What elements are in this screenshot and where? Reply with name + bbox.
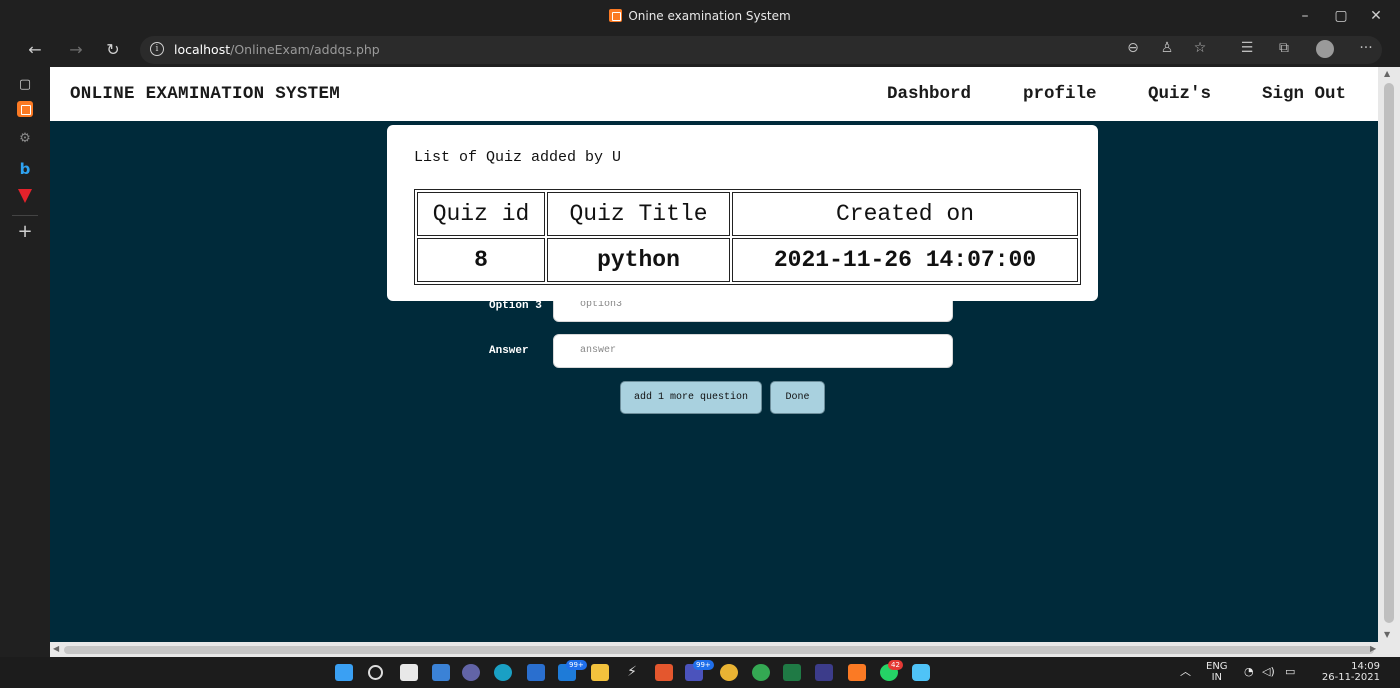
language-code: ENG [1206, 661, 1228, 672]
store-icon[interactable] [527, 664, 545, 681]
horizontal-scroll-thumb[interactable] [64, 646, 1374, 654]
forward-button[interactable]: → [65, 40, 87, 59]
battery-icon[interactable]: ▭ [1285, 666, 1295, 677]
app-icon[interactable] [912, 664, 930, 681]
horizontal-scrollbar[interactable]: ◀ ▶ [50, 642, 1400, 657]
xampp-taskbar-icon[interactable] [848, 664, 866, 681]
column-header-quiz-id: Quiz id [417, 192, 545, 236]
answer-label: Answer [489, 345, 529, 357]
refresh-button[interactable]: ↻ [102, 40, 124, 59]
site-header: ONLINE EXAMINATION SYSTEM Dashbord profi… [50, 67, 1378, 121]
edge-icon[interactable] [494, 664, 512, 681]
modal-caption: List of Quiz added by U [414, 149, 622, 166]
language-indicator[interactable]: ENG IN [1206, 661, 1228, 683]
restore-button[interactable]: ▢ [1323, 8, 1359, 24]
power-automate-icon[interactable]: ⚡ [623, 664, 641, 681]
mail-badge: 99+ [566, 660, 587, 670]
clock[interactable]: 14:09 26-11-2021 [1320, 661, 1380, 683]
windows-taskbar: 99+ ⚡ 99+ 42 ︿ ENG IN ◔ ◁) ▭ 14:09 26-11… [0, 657, 1400, 688]
tab-xampp-icon[interactable] [17, 101, 33, 117]
column-header-quiz-title: Quiz Title [547, 192, 730, 236]
new-tab-plus-icon[interactable]: + [15, 221, 35, 242]
profile-share-icon[interactable]: ♙ [1157, 40, 1177, 56]
scroll-right-arrow-icon[interactable]: ▶ [1370, 644, 1376, 653]
profile-icon[interactable] [1316, 40, 1334, 58]
window-title: Onine examination System [0, 9, 1400, 23]
dev-tool-icon[interactable] [815, 664, 833, 681]
scroll-down-arrow-icon[interactable]: ▼ [1384, 630, 1390, 639]
url-text[interactable]: localhost/OnlineExam/addqs.php [174, 42, 380, 57]
table-row: 8 python 2021-11-26 14:07:00 [417, 238, 1078, 282]
volume-icon[interactable]: ◁) [1262, 666, 1275, 677]
close-button[interactable]: ✕ [1358, 8, 1394, 24]
excel-icon[interactable] [783, 664, 801, 681]
cell-quiz-title: python [547, 238, 730, 282]
teams-icon[interactable]: 99+ [685, 660, 714, 681]
table-header-row: Quiz id Quiz Title Created on [417, 192, 1078, 236]
cell-created-on: 2021-11-26 14:07:00 [732, 238, 1078, 282]
teams-badge: 99+ [693, 660, 714, 670]
nav-quizzes-link[interactable]: Quiz's [1148, 84, 1211, 104]
region-code: IN [1211, 672, 1222, 683]
page-viewport: ONLINE EXAMINATION SYSTEM Dashbord profi… [50, 67, 1378, 642]
minimize-button[interactable]: – [1287, 8, 1323, 24]
vertical-scrollbar[interactable]: ▲ ▼ [1378, 67, 1400, 642]
favorites-icon[interactable]: ☰ [1237, 40, 1257, 56]
clock-time: 14:09 [1351, 661, 1380, 672]
nav-dashboard-link[interactable]: Dashbord [887, 84, 971, 104]
chrome-profile-icon[interactable] [752, 664, 770, 681]
whatsapp-icon[interactable]: 42 [880, 660, 903, 681]
office-icon[interactable] [655, 664, 673, 681]
vertical-scroll-thumb[interactable] [1384, 83, 1394, 623]
tray-chevron-icon[interactable]: ︿ [1180, 666, 1191, 677]
collections-icon[interactable]: ⧉ [1274, 40, 1294, 56]
site-info-icon[interactable]: i [150, 42, 164, 56]
settings-gear-icon[interactable]: ⚙ [15, 131, 35, 149]
whatsapp-badge: 42 [888, 660, 903, 670]
windows-start-icon[interactable] [335, 664, 353, 681]
chrome-icon[interactable] [720, 664, 738, 681]
quiz-table: Quiz id Quiz Title Created on 8 python 2… [414, 189, 1081, 285]
more-icon[interactable]: ··· [1356, 40, 1376, 56]
mail-icon[interactable]: 99+ [558, 660, 587, 681]
xampp-icon [609, 9, 623, 22]
cell-quiz-id: 8 [417, 238, 545, 282]
nav-signout-link[interactable]: Sign Out [1262, 84, 1346, 104]
quiz-list-modal: List of Quiz added by U Quiz id Quiz Tit… [387, 125, 1098, 301]
wifi-icon[interactable]: ◔ [1244, 666, 1254, 677]
widgets-icon[interactable] [432, 664, 450, 681]
scroll-left-arrow-icon[interactable]: ◀ [53, 644, 59, 653]
favorite-add-icon[interactable]: ☆ [1190, 40, 1210, 56]
bing-icon[interactable]: b [15, 160, 35, 178]
clock-date: 26-11-2021 [1321, 672, 1380, 683]
vivaldi-icon[interactable] [18, 189, 32, 203]
search-icon[interactable] [368, 665, 383, 680]
answer-input[interactable]: answer [553, 334, 953, 368]
task-view-icon[interactable] [400, 664, 418, 681]
sidebar-divider [12, 215, 38, 216]
back-button[interactable]: ← [24, 40, 46, 59]
zoom-icon[interactable]: ⊖ [1123, 40, 1143, 56]
vertical-tabs-sidebar: ▢ ⚙ b + [0, 67, 50, 657]
scroll-up-arrow-icon[interactable]: ▲ [1384, 69, 1390, 78]
done-button[interactable]: Done [770, 381, 825, 414]
file-explorer-icon[interactable] [591, 664, 609, 681]
column-header-created-on: Created on [732, 192, 1078, 236]
tab-actions-icon[interactable]: ▢ [15, 77, 35, 95]
option3-label: Option 3 [489, 300, 542, 312]
site-brand[interactable]: ONLINE EXAMINATION SYSTEM [70, 84, 340, 104]
add-more-question-button[interactable]: add 1 more question [620, 381, 762, 414]
nav-profile-link[interactable]: profile [1023, 84, 1097, 104]
chat-icon[interactable] [462, 664, 480, 681]
window-titlebar: Onine examination System – ▢ ✕ [0, 0, 1400, 33]
window-title-text: Onine examination System [628, 9, 791, 23]
